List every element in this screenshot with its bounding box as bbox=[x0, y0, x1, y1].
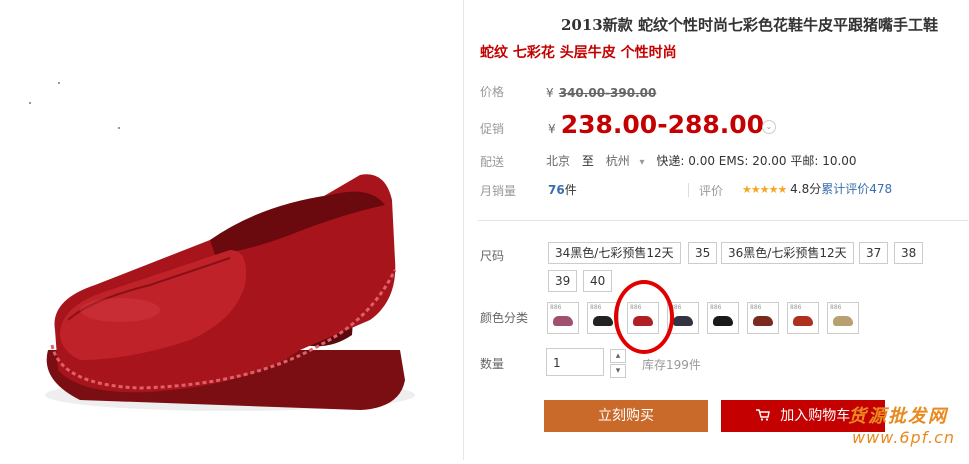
speck bbox=[29, 102, 31, 104]
color-swatch[interactable]: 886 bbox=[827, 302, 859, 334]
shoe-thumbnail-icon bbox=[713, 316, 733, 326]
star-icon: ★★★★★ bbox=[742, 183, 787, 196]
promo-price-value: 238.00-288.00 bbox=[560, 110, 765, 139]
color-label: 颜色分类 bbox=[480, 311, 529, 325]
chevron-down-icon[interactable]: ⌄ bbox=[762, 120, 776, 134]
product-subtitle: 蛇纹 七彩花 头层牛皮 个性时尚 bbox=[480, 45, 677, 61]
speck bbox=[58, 82, 60, 84]
size-label: 尺码 bbox=[480, 249, 505, 263]
product-title: 2013新款 蛇纹个性时尚七彩色花鞋牛皮平跟猪嘴手工鞋 bbox=[561, 16, 938, 34]
sales-unit: 件 bbox=[564, 183, 577, 197]
swatch-tag: 886 bbox=[550, 304, 562, 311]
rating-label: 评价 bbox=[699, 184, 724, 198]
size-option[interactable]: 36黑色/七彩预售12天 bbox=[721, 242, 854, 264]
promo-price: ¥ 238.00-288.00 bbox=[548, 110, 764, 139]
size-option[interactable]: 39 bbox=[548, 270, 578, 292]
shoe-thumbnail-icon bbox=[553, 316, 573, 326]
watermark-text: 货源批发网 bbox=[848, 406, 948, 427]
sales-count: 76 bbox=[548, 183, 565, 197]
shipping-label: 配送 bbox=[480, 155, 505, 169]
quantity-up-button[interactable]: ▴ bbox=[610, 349, 626, 363]
panel-divider bbox=[463, 0, 464, 460]
shoe-thumbnail-icon bbox=[673, 316, 693, 326]
monthly-sales: 76件 bbox=[548, 181, 577, 198]
size-option[interactable]: 35 bbox=[688, 242, 718, 264]
original-price: ¥ 340.00-390.00 bbox=[546, 82, 656, 101]
color-swatch[interactable]: 886 bbox=[547, 302, 579, 334]
quantity-down-button[interactable]: ▾ bbox=[610, 364, 626, 378]
shoe-thumbnail-icon bbox=[593, 316, 613, 326]
product-photo[interactable] bbox=[0, 0, 462, 460]
highlight-circle bbox=[614, 280, 674, 354]
swatch-tag: 886 bbox=[590, 304, 602, 311]
monthly-sales-label: 月销量 bbox=[480, 184, 517, 198]
size-option[interactable]: 34黑色/七彩预售12天 bbox=[548, 242, 681, 264]
shoe-thumbnail-icon bbox=[753, 316, 773, 326]
currency-symbol: ¥ bbox=[546, 86, 554, 100]
quantity-input[interactable]: 1 bbox=[546, 348, 604, 376]
color-swatch[interactable]: 886 bbox=[707, 302, 739, 334]
ship-to-select[interactable]: 杭州 bbox=[606, 154, 630, 168]
watermark-url: www.6pf.cn bbox=[852, 428, 956, 447]
shipping-fees: 快递: 0.00 EMS: 20.00 平邮: 10.00 bbox=[656, 154, 857, 168]
separator bbox=[688, 183, 689, 197]
dropdown-arrow-icon[interactable]: ▾ bbox=[640, 157, 645, 168]
swatch-tag: 886 bbox=[750, 304, 762, 311]
rating: ★★★★★ 4.8分累计评价478 bbox=[742, 180, 892, 197]
speck bbox=[118, 127, 120, 129]
swatch-tag: 886 bbox=[830, 304, 842, 311]
add-to-cart-label: 加入购物车 bbox=[780, 408, 851, 424]
reviews-link[interactable]: 累计评价478 bbox=[821, 182, 892, 196]
swatch-tag: 886 bbox=[710, 304, 722, 311]
title-prefix-mask bbox=[483, 18, 549, 30]
stock-count: 库存199件 bbox=[642, 358, 701, 372]
ship-from: 北京 bbox=[546, 154, 571, 168]
divider-line bbox=[478, 220, 968, 221]
cart-icon bbox=[755, 408, 780, 424]
original-price-value: 340.00-390.00 bbox=[558, 86, 657, 100]
color-swatch[interactable]: 886 bbox=[747, 302, 779, 334]
ship-to-word: 至 bbox=[581, 154, 594, 168]
swatch-tag: 886 bbox=[790, 304, 802, 311]
size-option[interactable]: 38 bbox=[894, 242, 924, 264]
price-label: 价格 bbox=[480, 85, 505, 99]
size-option[interactable]: 37 bbox=[859, 242, 889, 264]
rating-score: 4.8分 bbox=[790, 182, 822, 196]
shipping-route: 北京 至 杭州 ▾ 快递: 0.00 EMS: 20.00 平邮: 10.00 bbox=[546, 152, 857, 169]
red-loafer-image bbox=[45, 174, 415, 411]
quantity-label: 数量 bbox=[480, 357, 505, 371]
color-swatch[interactable]: 886 bbox=[787, 302, 819, 334]
promo-label: 促销 bbox=[480, 122, 505, 136]
shoe-thumbnail-icon bbox=[833, 316, 853, 326]
currency-symbol: ¥ bbox=[548, 122, 556, 136]
shoe-thumbnail-icon bbox=[793, 316, 813, 326]
buy-now-button[interactable]: 立刻购买 bbox=[544, 400, 708, 432]
size-option[interactable]: 40 bbox=[583, 270, 613, 292]
